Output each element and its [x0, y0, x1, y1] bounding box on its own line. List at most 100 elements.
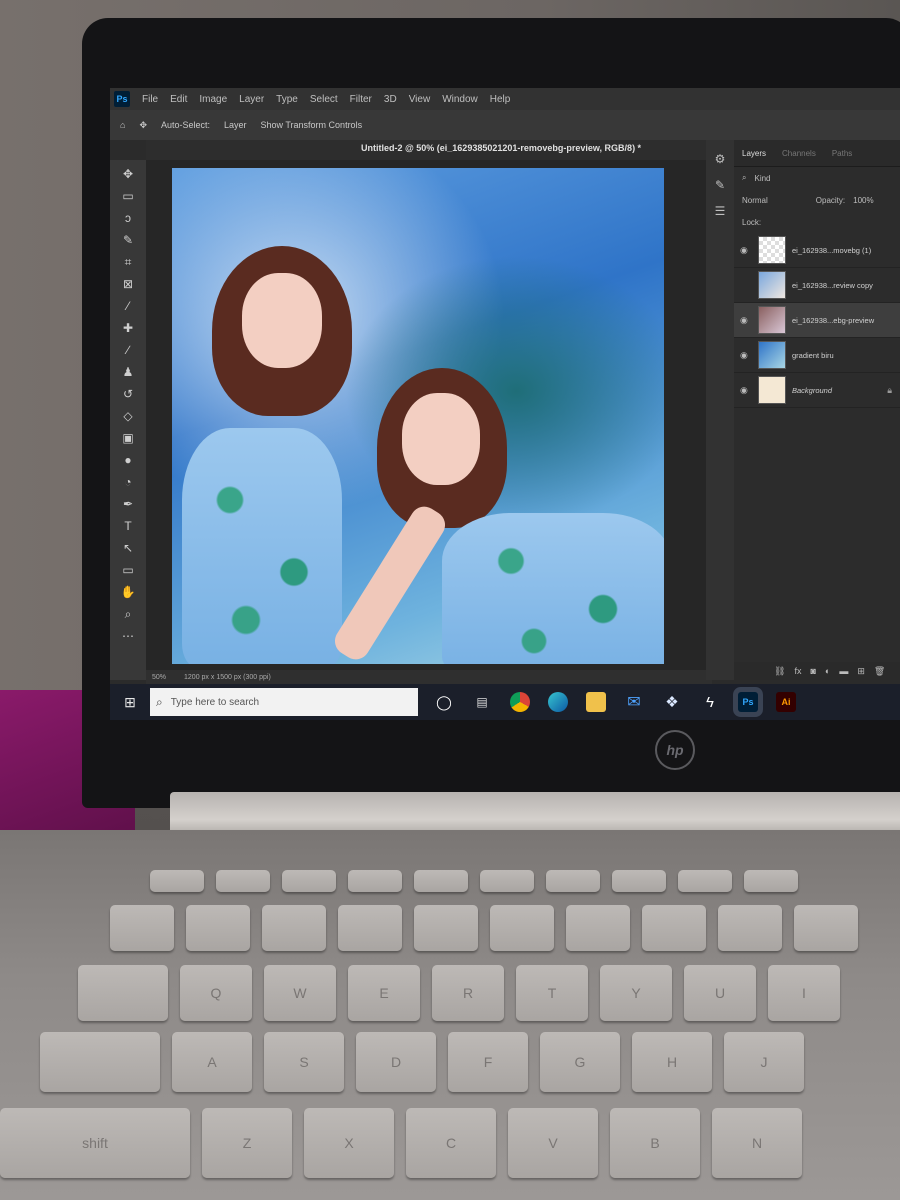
auto-select-target[interactable]: Layer	[224, 120, 247, 130]
new-layer-icon[interactable]: ⊞	[857, 666, 865, 677]
key[interactable]	[110, 905, 174, 951]
history-icon[interactable]: ⚙	[706, 152, 734, 166]
layer-item[interactable]: ◉ gradient biru	[734, 338, 900, 373]
more-tools-icon[interactable]: ⋯	[120, 628, 136, 644]
key[interactable]	[348, 870, 402, 892]
key[interactable]	[216, 870, 270, 892]
task-view-icon[interactable]: ▤	[472, 692, 492, 712]
menu-window[interactable]: Window	[442, 94, 478, 105]
show-transform-controls[interactable]: Show Transform Controls	[261, 120, 363, 130]
eyedropper-icon[interactable]: ⁄	[120, 298, 136, 314]
menu-select[interactable]: Select	[310, 94, 338, 105]
move-icon[interactable]: ✥	[120, 166, 136, 182]
key[interactable]	[794, 905, 858, 951]
zoom-level[interactable]: 50%	[152, 674, 166, 681]
layer-item[interactable]: ◉ Background 🔒︎	[734, 373, 900, 408]
properties-icon[interactable]: ☰	[706, 204, 734, 218]
key[interactable]	[678, 870, 732, 892]
visibility-eye-icon[interactable]: ◉	[740, 245, 752, 256]
quick-select-icon[interactable]: ✎	[120, 232, 136, 248]
layer-kind-filter[interactable]: Kind	[754, 174, 770, 183]
key[interactable]	[414, 870, 468, 892]
photoshop-taskbar-icon[interactable]: Ps	[738, 692, 758, 712]
key[interactable]	[642, 905, 706, 951]
tab-layers[interactable]: Layers	[742, 149, 766, 158]
brush-icon[interactable]: ∕	[120, 342, 136, 358]
taskbar-search-box[interactable]: ⌕ Type here to search	[150, 688, 418, 716]
menu-file[interactable]: File	[142, 94, 158, 105]
stamp-icon[interactable]: ♟	[120, 364, 136, 380]
key[interactable]	[546, 870, 600, 892]
key[interactable]	[480, 870, 534, 892]
opacity-value[interactable]: 100%	[853, 196, 873, 205]
photoshop-icon[interactable]: Ps	[114, 91, 130, 107]
key[interactable]	[744, 870, 798, 892]
key-n[interactable]: N	[712, 1108, 802, 1178]
hand-icon[interactable]: ✋	[120, 584, 136, 600]
mail-icon[interactable]: ✉	[624, 692, 644, 712]
shape-icon[interactable]: ▭	[120, 562, 136, 578]
blur-icon[interactable]: ●	[120, 452, 136, 468]
key-e[interactable]: E	[348, 965, 420, 1021]
adjustment-layer-icon[interactable]: ◐	[825, 666, 830, 676]
key[interactable]	[282, 870, 336, 892]
move-tool-icon[interactable]: ✥	[139, 120, 147, 131]
menu-type[interactable]: Type	[276, 94, 298, 105]
zoom-icon[interactable]: ⌕	[120, 606, 136, 622]
tab-paths[interactable]: Paths	[832, 149, 852, 158]
blend-mode-select[interactable]: Normal	[742, 196, 768, 205]
document-tab[interactable]: Untitled-2 @ 50% (ei_1629385021201-remov…	[361, 143, 641, 153]
caps-lock-key[interactable]	[40, 1032, 160, 1092]
key[interactable]	[566, 905, 630, 951]
fx-icon[interactable]: fx	[794, 666, 801, 676]
winamp-bolt-icon[interactable]: ϟ	[700, 692, 720, 712]
healing-icon[interactable]: ✚	[120, 320, 136, 336]
frame-icon[interactable]: ⊠	[120, 276, 136, 292]
type-icon[interactable]: T	[120, 518, 136, 534]
menu-help[interactable]: Help	[490, 94, 511, 105]
auto-select-checkbox[interactable]: Auto-Select:	[161, 120, 210, 130]
key-g[interactable]: G	[540, 1032, 620, 1092]
tab-channels[interactable]: Channels	[782, 149, 816, 158]
visibility-eye-icon[interactable]: ◉	[740, 315, 752, 326]
key[interactable]	[262, 905, 326, 951]
menu-view[interactable]: View	[409, 94, 431, 105]
layer-item-selected[interactable]: ◉ ei_162938...ebg-preview	[734, 303, 900, 338]
home-icon[interactable]: ⌂	[120, 120, 125, 130]
key-u[interactable]: U	[684, 965, 756, 1021]
file-explorer-icon[interactable]	[586, 692, 606, 712]
layer-item[interactable]: ◉ ei_162938...movebg (1)	[734, 233, 900, 268]
key-h[interactable]: H	[632, 1032, 712, 1092]
dodge-icon[interactable]: ◔	[120, 474, 136, 490]
key[interactable]	[718, 905, 782, 951]
key-i[interactable]: I	[768, 965, 840, 1021]
menu-layer[interactable]: Layer	[239, 94, 264, 105]
path-select-icon[interactable]: ↖	[120, 540, 136, 556]
marquee-icon[interactable]: ▭	[120, 188, 136, 204]
visibility-eye-icon[interactable]: ◉	[740, 385, 752, 396]
windows-start-icon[interactable]: ⊞	[110, 694, 150, 711]
illustrator-taskbar-icon[interactable]: Ai	[776, 692, 796, 712]
key-x[interactable]: X	[304, 1108, 394, 1178]
key-r[interactable]: R	[432, 965, 504, 1021]
lasso-icon[interactable]: ↄ	[120, 210, 136, 226]
key[interactable]	[186, 905, 250, 951]
gradient-icon[interactable]: ▣	[120, 430, 136, 446]
key[interactable]	[414, 905, 478, 951]
history-brush-icon[interactable]: ↺	[120, 386, 136, 402]
visibility-eye-icon[interactable]: ◉	[740, 350, 752, 361]
key-j[interactable]: J	[724, 1032, 804, 1092]
adjustments-icon[interactable]: ✎	[706, 178, 734, 192]
key-z[interactable]: Z	[202, 1108, 292, 1178]
key[interactable]	[612, 870, 666, 892]
group-folder-icon[interactable]: ▬	[839, 666, 848, 676]
menu-edit[interactable]: Edit	[170, 94, 187, 105]
shift-key[interactable]: shift	[0, 1108, 190, 1178]
chrome-icon[interactable]	[510, 692, 530, 712]
key-c[interactable]: C	[406, 1108, 496, 1178]
menu-image[interactable]: Image	[199, 94, 227, 105]
key-y[interactable]: Y	[600, 965, 672, 1021]
eraser-icon[interactable]: ◇	[120, 408, 136, 424]
edge-icon[interactable]	[548, 692, 568, 712]
delete-layer-icon[interactable]: 🗑︎	[874, 666, 885, 677]
